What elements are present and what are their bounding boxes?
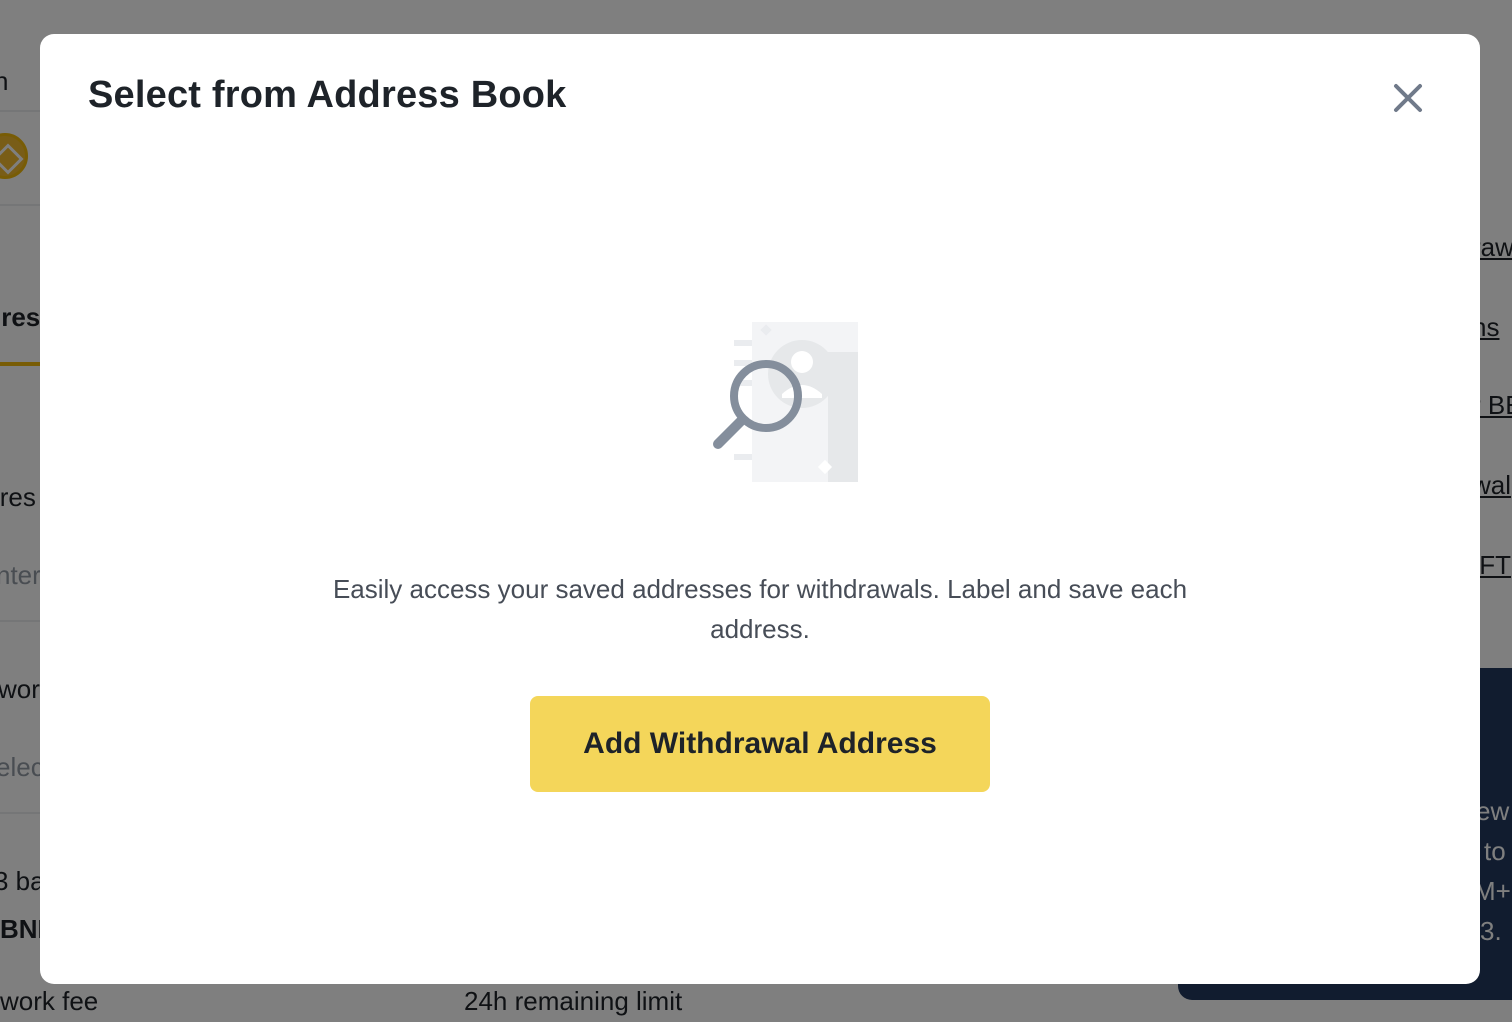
address-book-search-icon xyxy=(668,316,888,486)
add-withdrawal-address-button[interactable]: Add Withdrawal Address xyxy=(530,696,990,792)
modal-title: Select from Address Book xyxy=(88,74,567,116)
empty-state-message: Easily access your saved addresses for w… xyxy=(332,574,1188,644)
address-book-modal: Select from Address Book Easily access y… xyxy=(40,34,1480,984)
close-button[interactable] xyxy=(1384,74,1432,122)
close-icon xyxy=(1394,84,1422,112)
withdraw-page: n lres lres nter wor elec 3 ba BNI work … xyxy=(0,0,1512,1022)
